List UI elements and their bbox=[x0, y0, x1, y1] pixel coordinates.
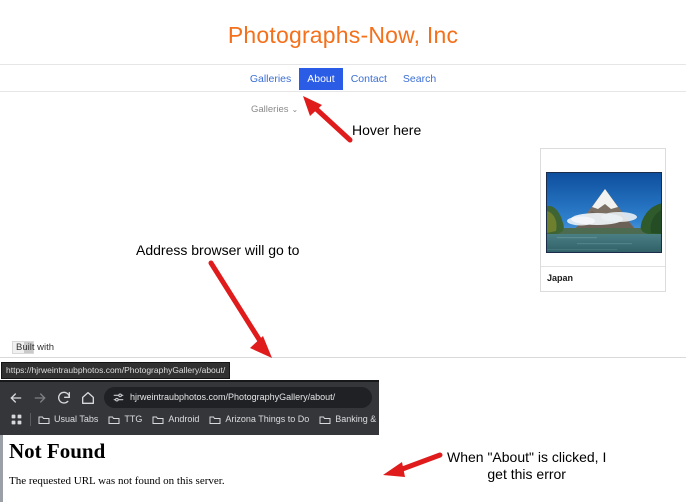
gallery-thumbnail-image bbox=[546, 172, 662, 253]
mount-fuji-photo-illustration bbox=[547, 173, 661, 252]
bookmark-label: TTG bbox=[124, 414, 143, 424]
bookmark-usual-tabs[interactable]: Usual Tabs bbox=[38, 413, 98, 426]
address-bar-url: hjrweintraubphotos.com/PhotographyGaller… bbox=[130, 392, 336, 402]
folder-icon bbox=[38, 415, 50, 425]
folder-icon bbox=[152, 415, 164, 425]
site-settings-icon[interactable] bbox=[112, 391, 125, 404]
bookmarks-divider bbox=[30, 413, 31, 426]
bookmark-label: Android bbox=[168, 414, 200, 424]
bookmark-android[interactable]: Android bbox=[152, 413, 199, 426]
bookmark-label: Arizona Things to Do bbox=[225, 414, 310, 424]
footer-divider bbox=[0, 357, 686, 358]
reload-icon[interactable] bbox=[56, 390, 72, 406]
error-heading: Not Found bbox=[9, 439, 106, 463]
error-message: The requested URL was not found on this … bbox=[9, 475, 225, 487]
card-divider bbox=[541, 266, 665, 267]
nav-item-galleries[interactable]: Galleries bbox=[242, 68, 299, 90]
address-bar[interactable]: hjrweintraubphotos.com/PhotographyGaller… bbox=[104, 387, 372, 408]
header-divider-top bbox=[0, 64, 686, 65]
bookmark-label: Banking & Financ bbox=[335, 414, 379, 424]
annotation-address-browser: Address browser will go to bbox=[136, 242, 300, 258]
subnav-galleries-dropdown[interactable]: Galleries ⌄ bbox=[251, 104, 298, 115]
folder-icon bbox=[209, 415, 221, 425]
gallery-card-caption: Japan bbox=[547, 273, 574, 283]
forward-arrow-icon[interactable] bbox=[32, 390, 48, 406]
error-page-content: Not Found The requested URL was not foun… bbox=[0, 435, 379, 502]
browser-toolbar: hjrweintraubphotos.com/PhotographyGaller… bbox=[0, 382, 379, 413]
home-icon[interactable] bbox=[80, 390, 96, 406]
folder-icon bbox=[319, 415, 331, 425]
bookmarks-bar: Usual Tabs TTG Android Arizona Things to Do… bbox=[0, 413, 379, 435]
bookmark-label: Usual Tabs bbox=[54, 414, 99, 424]
chevron-down-icon: ⌄ bbox=[291, 105, 299, 114]
header-divider-bottom bbox=[0, 91, 686, 92]
builtwith-label: Built with bbox=[16, 342, 55, 353]
subnav-label: Galleries bbox=[251, 104, 289, 115]
browser-window: hjrweintraubphotos.com/PhotographyGaller… bbox=[0, 380, 379, 502]
bookmark-arizona-things-to-do[interactable]: Arizona Things to Do bbox=[209, 413, 309, 426]
bookmark-ttg[interactable]: TTG bbox=[108, 413, 142, 426]
folder-icon bbox=[108, 415, 120, 425]
apps-grid-icon[interactable] bbox=[10, 413, 23, 426]
annotation-about-error: When "About" is clicked, I get this erro… bbox=[447, 449, 607, 482]
back-arrow-icon[interactable] bbox=[8, 390, 24, 406]
annotation-hover-here: Hover here bbox=[352, 122, 422, 138]
link-status-tooltip: https://hjrweintraubphotos.com/Photograp… bbox=[1, 362, 231, 379]
gallery-card-japan[interactable]: Japan bbox=[540, 148, 666, 292]
bookmark-banking-finance[interactable]: Banking & Financ bbox=[319, 413, 379, 426]
page-title: Photographs-Now, Inc bbox=[227, 22, 459, 48]
nav-item-about[interactable]: About bbox=[299, 68, 343, 90]
nav-item-search[interactable]: Search bbox=[395, 68, 444, 90]
main-navigation: Galleries About Contact Search bbox=[0, 68, 686, 90]
nav-item-contact[interactable]: Contact bbox=[343, 68, 395, 90]
